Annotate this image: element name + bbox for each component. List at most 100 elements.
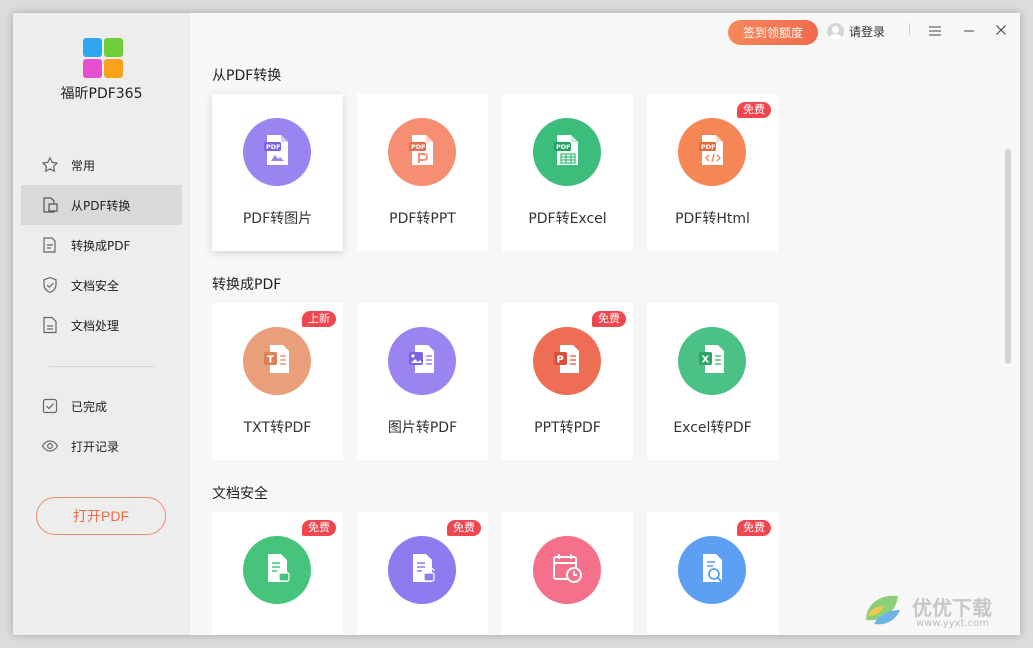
- card-pdf-to-image[interactable]: PDF PDF转图片: [212, 94, 343, 251]
- main-panel: 签到领额度 请登录 从PDF转换 PDF PDF转图片 PDF PDF转PPT …: [190, 13, 1020, 635]
- menu-button[interactable]: [924, 19, 946, 41]
- document-export-icon: [41, 236, 59, 254]
- svg-text:PDF: PDF: [701, 143, 716, 151]
- card-icon-circle: [533, 536, 601, 604]
- card-icon-circle: [678, 536, 746, 604]
- card-icon-circle: PDF: [388, 118, 456, 186]
- sidebar-item-label: 已完成: [71, 399, 108, 414]
- document-lock-icon: [257, 548, 297, 592]
- card-icon-circle: [243, 536, 311, 604]
- card-decrypt-document[interactable]: 免费: [357, 512, 488, 635]
- card-icon-circle: X: [678, 327, 746, 395]
- check-box-icon: [41, 397, 59, 415]
- excel-pdf-icon: X: [692, 339, 732, 383]
- vertical-scrollbar[interactable]: [1005, 149, 1011, 364]
- sidebar-item-label: 打开记录: [71, 439, 120, 454]
- pdf-excel-icon: PDF: [547, 130, 587, 174]
- sidebar-item-to-pdf[interactable]: 转换成PDF: [21, 225, 182, 265]
- avatar-icon: [827, 22, 844, 40]
- card-icon-circle: PDF: [533, 118, 601, 186]
- document-search-icon: [692, 548, 732, 592]
- close-icon: [995, 21, 1007, 40]
- free-badge: 免费: [737, 102, 771, 118]
- shield-icon: [41, 276, 59, 294]
- free-badge: 免费: [447, 520, 481, 536]
- pdf-html-icon: PDF: [692, 130, 732, 174]
- card-document-expiry[interactable]: [502, 512, 633, 635]
- free-badge: 免费: [302, 520, 336, 536]
- svg-text:PDF: PDF: [556, 143, 571, 151]
- eye-icon: [41, 437, 59, 455]
- card-label: PDF转图片: [242, 211, 313, 227]
- card-icon-circle: PDF: [678, 118, 746, 186]
- close-button[interactable]: [990, 19, 1012, 41]
- card-label: PDF转PPT: [389, 211, 456, 227]
- image-pdf-icon: [402, 339, 442, 383]
- sidebar-divider: [49, 366, 155, 367]
- app-window: 福昕PDF365 常用 从PDF转换 转换成PDF 文档安全 文档处理 已完成 …: [13, 13, 1020, 635]
- sidebar-item-label: 从PDF转换: [71, 198, 131, 213]
- watermark-leaf-icon: [866, 595, 900, 625]
- card-label: PPT转PDF: [534, 420, 601, 436]
- minimize-icon: [963, 21, 975, 40]
- sidebar-item-label: 文档处理: [71, 318, 120, 333]
- sidebar-item-security[interactable]: 文档安全: [21, 265, 182, 305]
- calendar-clock-icon: [547, 548, 587, 592]
- sidebar-item-processing[interactable]: 文档处理: [21, 305, 182, 345]
- svg-text:T: T: [267, 355, 274, 366]
- card-ppt-to-pdf[interactable]: 免费 P PPT转PDF: [502, 303, 633, 460]
- card-excel-to-pdf[interactable]: X Excel转PDF: [647, 303, 778, 460]
- sidebar-item-common[interactable]: 常用: [21, 145, 182, 185]
- watermark-brand: 优优下载: [912, 596, 992, 620]
- card-document-audit[interactable]: 免费: [647, 512, 778, 635]
- card-icon-circle: T: [243, 327, 311, 395]
- app-name: 福昕PDF365: [60, 86, 143, 102]
- free-badge: 免费: [592, 311, 626, 327]
- pdf-image-icon: PDF: [257, 130, 297, 174]
- card-encrypt-document[interactable]: 免费: [212, 512, 343, 635]
- login-button[interactable]: 请登录: [827, 21, 885, 41]
- sidebar-item-completed[interactable]: 已完成: [21, 386, 182, 426]
- open-pdf-button[interactable]: 打开PDF: [36, 497, 166, 535]
- card-label: Excel转PDF: [673, 420, 752, 436]
- card-label: PDF转Html: [675, 211, 750, 227]
- card-icon-circle: PDF: [243, 118, 311, 186]
- sidebar-item-label: 转换成PDF: [71, 238, 131, 253]
- new-badge: 上新: [302, 311, 336, 327]
- sidebar-item-from-pdf[interactable]: 从PDF转换: [21, 185, 182, 225]
- card-pdf-to-html[interactable]: 免费 PDF PDF转Html: [647, 94, 778, 251]
- watermark-url: www.yyxt.com: [916, 618, 990, 629]
- svg-text:PDF: PDF: [411, 143, 426, 151]
- sidebar-item-label: 常用: [71, 158, 96, 173]
- signin-reward-button[interactable]: 签到领额度: [728, 20, 818, 45]
- section-title-security: 文档安全: [212, 486, 268, 502]
- card-image-to-pdf[interactable]: 图片转PDF: [357, 303, 488, 460]
- minimize-button[interactable]: [958, 19, 980, 41]
- card-icon-circle: [388, 536, 456, 604]
- sidebar: 福昕PDF365 常用 从PDF转换 转换成PDF 文档安全 文档处理 已完成 …: [13, 13, 190, 635]
- section-title-from-pdf: 从PDF转换: [212, 68, 282, 84]
- svg-text:PDF: PDF: [266, 143, 281, 151]
- svg-text:P: P: [557, 355, 564, 366]
- pdf-ppt-icon: PDF: [402, 130, 442, 174]
- card-icon-circle: P: [533, 327, 601, 395]
- card-icon-circle: [388, 327, 456, 395]
- svg-text:X: X: [702, 355, 710, 366]
- document-edit-icon: [41, 316, 59, 334]
- card-txt-to-pdf[interactable]: 上新 T TXT转PDF: [212, 303, 343, 460]
- ppt-pdf-icon: P: [547, 339, 587, 383]
- document-convert-icon: [41, 196, 59, 214]
- free-badge: 免费: [737, 520, 771, 536]
- card-pdf-to-ppt[interactable]: PDF PDF转PPT: [357, 94, 488, 251]
- card-label: 图片转PDF: [387, 420, 458, 436]
- document-unlock-icon: [402, 548, 442, 592]
- hamburger-icon: [929, 21, 941, 40]
- sidebar-item-history[interactable]: 打开记录: [21, 426, 182, 466]
- section-title-to-pdf: 转换成PDF: [212, 277, 282, 293]
- watermark-logo: 优优下载 www.yyxt.com: [860, 590, 1020, 634]
- txt-pdf-icon: T: [257, 339, 297, 383]
- card-label: PDF转Excel: [528, 211, 607, 227]
- card-pdf-to-excel[interactable]: PDF PDF转Excel: [502, 94, 633, 251]
- topbar-separator: [909, 23, 910, 35]
- login-label: 请登录: [849, 24, 886, 39]
